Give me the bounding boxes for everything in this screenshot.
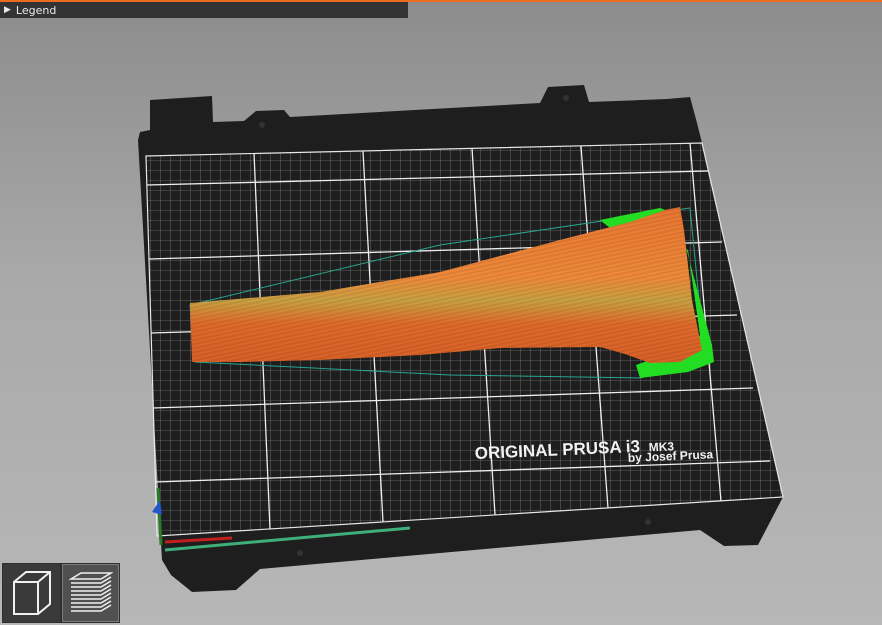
layers-icon — [68, 572, 113, 612]
legend-toggle[interactable]: ▶ Legend — [0, 2, 408, 18]
cube-icon — [12, 571, 51, 615]
3d-viewport[interactable]: ORIGINAL PRUSA i3 MK3 by Josef Prusa — [0, 0, 882, 625]
bed-screw-hole — [563, 95, 569, 101]
bed-screw-hole — [259, 122, 265, 128]
bed-screw-hole — [645, 519, 651, 525]
3d-view-button[interactable] — [3, 564, 60, 622]
legend-label: Legend — [15, 3, 57, 17]
expand-arrow-icon: ▶ — [4, 5, 11, 15]
bed-screw-hole — [297, 550, 303, 556]
preview-button[interactable] — [62, 564, 119, 622]
view-mode-toolbar — [2, 563, 120, 623]
